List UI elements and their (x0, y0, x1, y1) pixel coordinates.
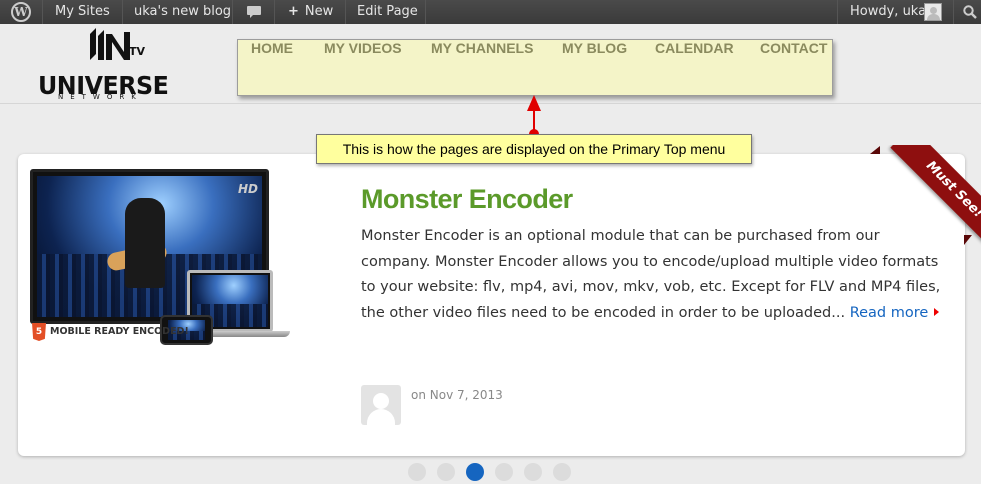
menu-item-my-blog[interactable]: MY BLOG (562, 40, 627, 86)
menu-item-home[interactable]: HOME (251, 40, 293, 86)
slider-dot[interactable] (408, 463, 426, 481)
post-thumbnail[interactable]: HD 5 MOBILE READY ENCODED! (30, 169, 292, 361)
slider-dot[interactable] (553, 463, 571, 481)
edit-page-link[interactable]: Edit Page (347, 0, 428, 24)
menu-item-my-videos[interactable]: MY VIDEOS (324, 40, 402, 86)
must-see-ribbon-label: Must See! (890, 145, 981, 249)
slider-dot[interactable] (495, 463, 513, 481)
menu-item-contact[interactable]: CONTACT (760, 40, 827, 86)
admin-bar: W My Sites uka's new blog + New Edit Page… (0, 0, 981, 24)
must-see-ribbon: Must See! (869, 145, 981, 249)
search-icon[interactable] (963, 5, 977, 19)
read-more-link[interactable]: Read more (850, 305, 929, 321)
post-date: on Nov 7, 2013 (411, 388, 503, 402)
logo-tv-text: TV (129, 45, 146, 58)
slider-dot[interactable] (437, 463, 455, 481)
html5-icon: 5 (32, 323, 46, 341)
my-sites-link[interactable]: My Sites (45, 0, 120, 24)
author-avatar[interactable] (361, 385, 401, 425)
menu-item-calendar[interactable]: CALENDAR (655, 40, 734, 86)
wordpress-icon[interactable]: W (11, 2, 31, 22)
hd-label: HD (237, 182, 258, 196)
slider-dot-active[interactable] (466, 463, 484, 481)
site-name-link[interactable]: uka's new blog (124, 0, 241, 24)
logo-network-text: NETWORK (58, 93, 143, 101)
primary-top-menu: HOME MY VIDEOS MY CHANNELS MY BLOG CALEN… (237, 39, 833, 96)
admin-bar-divider (953, 0, 954, 24)
admin-bar-divider (122, 0, 123, 24)
mobile-ready-badge: MOBILE READY ENCODED! (50, 326, 189, 337)
callout-arrow-head-icon (527, 95, 541, 111)
slider-dot[interactable] (524, 463, 542, 481)
post-excerpt: Monster Encoder is an optional module th… (361, 224, 941, 326)
post-title[interactable]: Monster Encoder (361, 184, 573, 215)
menu-item-my-channels[interactable]: MY CHANNELS (431, 40, 533, 86)
plus-icon: + (288, 4, 299, 19)
admin-bar-divider (274, 0, 275, 24)
comment-bubble-icon (247, 6, 261, 18)
howdy-user-link[interactable]: Howdy, uka (840, 0, 936, 24)
user-avatar[interactable] (924, 3, 942, 21)
admin-bar-divider (232, 0, 233, 24)
new-content-link[interactable]: + New (276, 0, 343, 24)
admin-bar-divider (42, 0, 43, 24)
read-more-arrow-icon (934, 307, 940, 316)
new-label: New (304, 4, 334, 19)
annotation-callout: This is how the pages are displayed on t… (316, 134, 752, 164)
admin-bar-divider (345, 0, 346, 24)
comments-link[interactable] (234, 0, 274, 24)
admin-bar-divider (837, 0, 838, 24)
admin-bar-divider (425, 0, 426, 24)
